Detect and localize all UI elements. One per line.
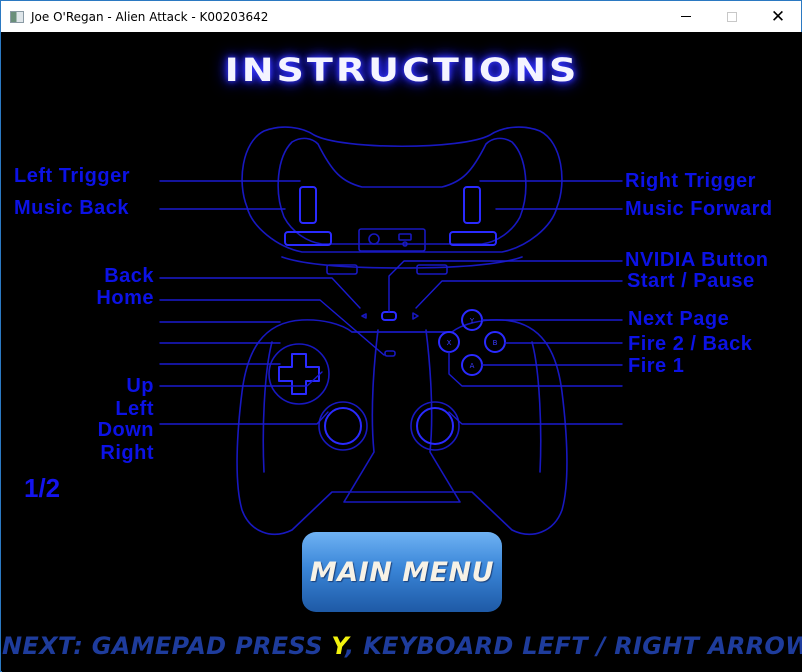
label-home: Home: [96, 287, 154, 309]
label-right-trigger: Right Trigger: [625, 170, 756, 192]
maximize-icon: [727, 11, 737, 22]
b-button-label: B: [493, 339, 498, 347]
start-button-shape: [412, 312, 419, 320]
left-stick: [324, 407, 362, 445]
label-music-forward: Music Forward: [625, 198, 773, 220]
label-back: Back: [104, 265, 154, 287]
minimize-button[interactable]: [663, 1, 709, 32]
app-window: Joe O'Regan - Alien Attack - K00203642 ✕…: [0, 0, 802, 672]
main-menu-button[interactable]: MAIN MENU: [302, 532, 502, 612]
left-bumper-shape: [284, 231, 332, 246]
label-music-back: Music Back: [14, 197, 130, 219]
home-button-shape: [384, 350, 396, 357]
window-controls: ✕: [663, 1, 801, 32]
right-stick-outer: [410, 401, 460, 451]
right-trigger-shape: [463, 186, 481, 224]
label-start-pause: Start / Pause: [627, 270, 755, 292]
maximize-button[interactable]: [709, 1, 755, 32]
close-button[interactable]: ✕: [755, 1, 801, 32]
controller-top-view: [241, 126, 563, 275]
label-fire-2-back: Fire 2 / Back: [628, 333, 753, 355]
dpad-shape: [278, 353, 320, 395]
label-up: Up: [126, 375, 154, 397]
label-left-trigger: Left Trigger: [14, 165, 131, 187]
x-button-label: X: [447, 339, 452, 347]
page-indicator: 1/2: [24, 473, 61, 503]
title-bar[interactable]: Joe O'Regan - Alien Attack - K00203642 ✕: [1, 1, 801, 32]
nvidia-button-shape: [381, 311, 397, 321]
app-icon: [10, 10, 24, 23]
left-trigger-shape: [299, 186, 317, 224]
game-screen: INSTRUCTIONS Y X B A Left Trigger Music …: [2, 32, 802, 672]
right-stick: [416, 407, 454, 445]
label-nvidia-button: NVIDIA Button: [625, 249, 769, 271]
label-left: Left: [115, 398, 154, 420]
navigation-hint-key: Y: [331, 632, 346, 660]
label-right: Right: [100, 442, 154, 464]
label-fire-1: Fire 1: [628, 355, 685, 377]
left-stick-outer: [318, 401, 368, 451]
a-button-label: A: [470, 362, 475, 370]
minimize-icon: [681, 16, 691, 17]
close-icon: ✕: [770, 6, 786, 27]
main-menu-button-label: MAIN MENU: [309, 556, 495, 588]
label-next-page: Next Page: [628, 308, 730, 330]
y-button-label: Y: [469, 317, 475, 325]
navigation-hint: NEXT: GAMEPAD PRESS Y, KEYBOARD LEFT / R…: [2, 632, 802, 660]
window-title: Joe O'Regan - Alien Attack - K00203642: [31, 9, 269, 24]
navigation-hint-suffix: , KEYBOARD LEFT / RIGHT ARROWS: [345, 632, 802, 660]
navigation-hint-prefix: NEXT: GAMEPAD PRESS: [2, 632, 332, 660]
label-down: Down: [97, 419, 154, 441]
back-button-shape: [361, 313, 367, 319]
